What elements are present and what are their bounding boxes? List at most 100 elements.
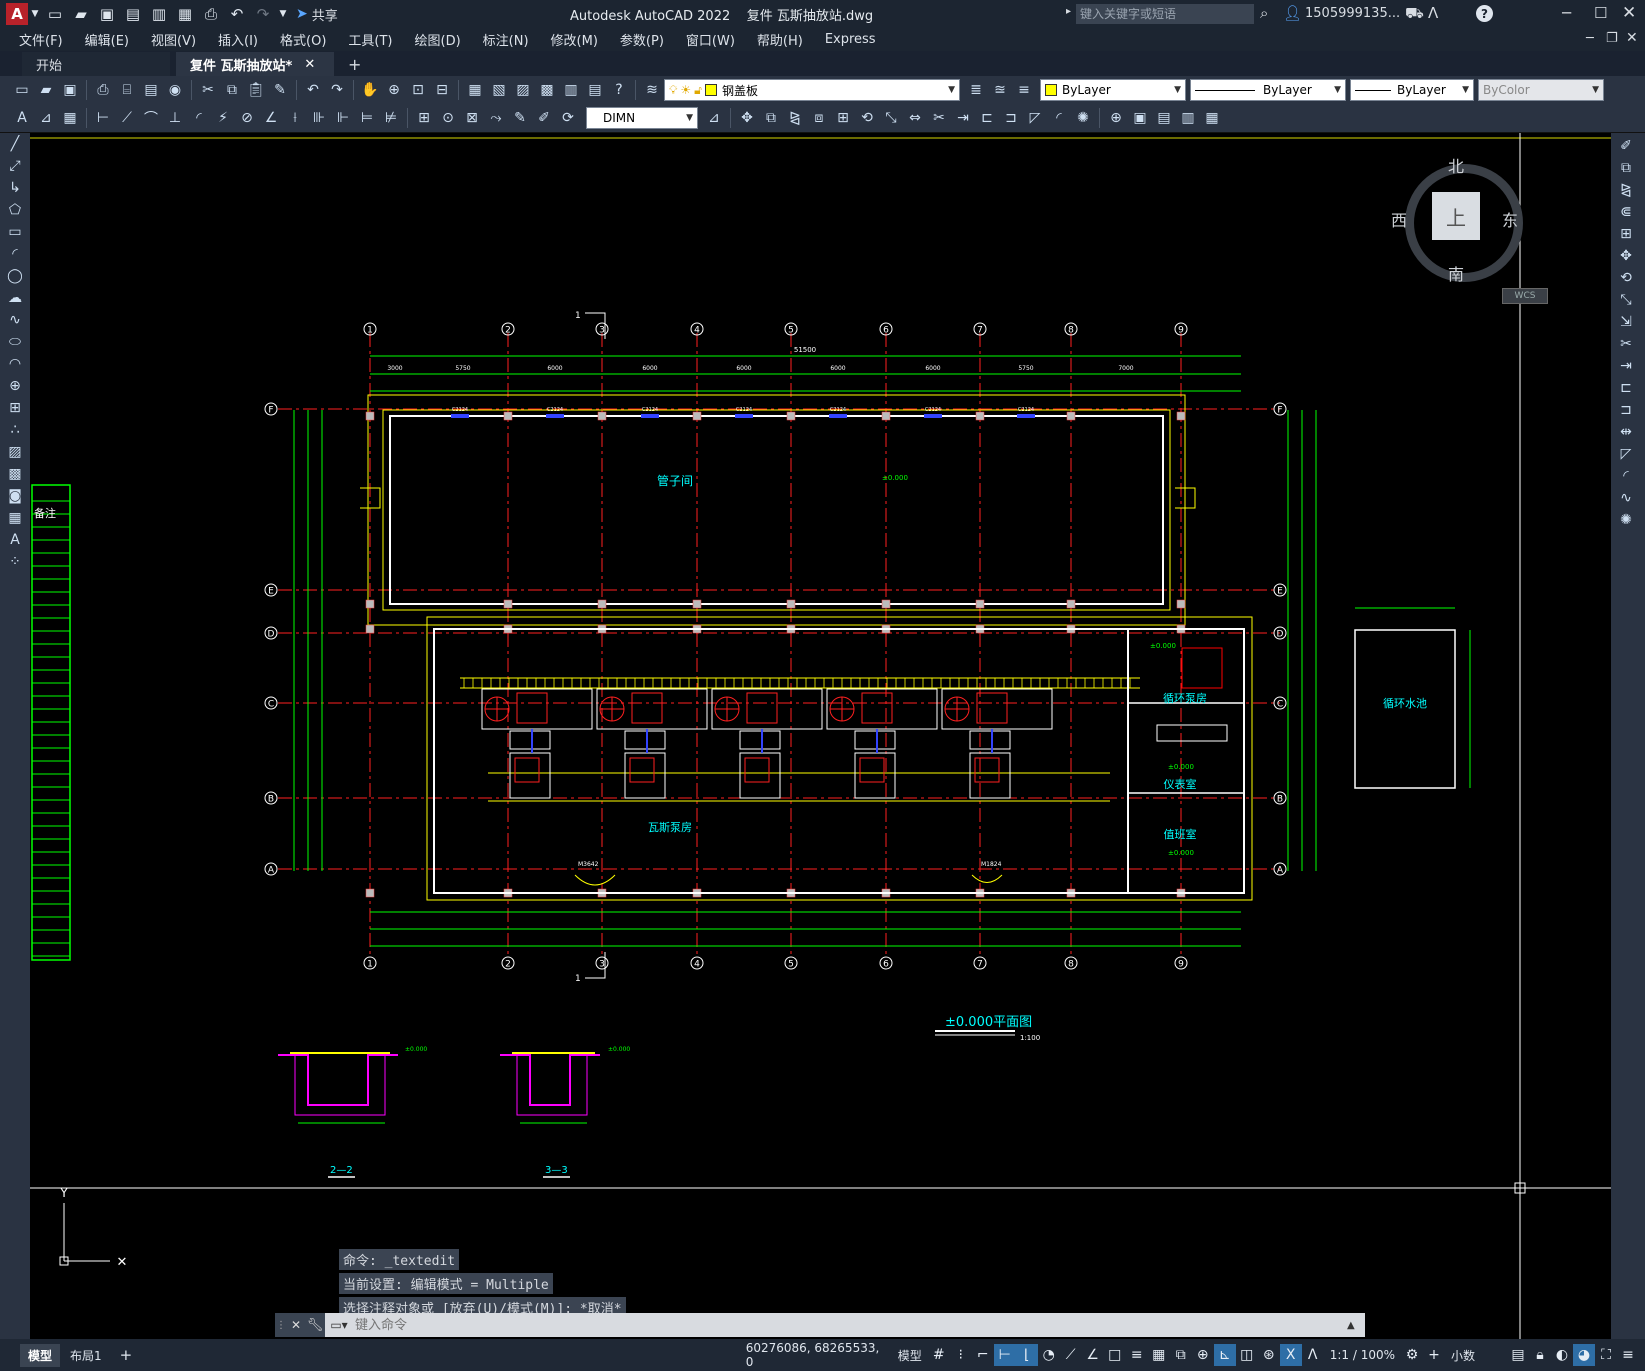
jogged-linear-icon[interactable]: ⤳ xyxy=(485,107,507,129)
doc-restore-icon[interactable]: ❐ xyxy=(1606,31,1618,46)
transparency-icon[interactable]: ▦ xyxy=(1148,1344,1170,1366)
gizmo-icon[interactable]: ⊛ xyxy=(1258,1344,1280,1366)
3d-osnap-icon[interactable]: ⊕ xyxy=(1192,1344,1214,1366)
attach-icon[interactable]: ▤ xyxy=(1153,107,1175,129)
tool-palettes-icon[interactable]: ▨ xyxy=(512,79,534,101)
scale-icon[interactable]: ⤡ xyxy=(1611,289,1641,311)
search-expand-icon[interactable]: ▸ xyxy=(1066,6,1071,17)
rectangle-icon[interactable]: ▭ xyxy=(0,221,30,243)
layer-properties-icon[interactable]: ≋ xyxy=(641,79,663,101)
explode-icon[interactable]: ✺ xyxy=(1072,107,1094,129)
menu-parametric[interactable]: 参数(P) xyxy=(609,30,675,49)
insert-block-icon[interactable]: ⊕ xyxy=(0,375,30,397)
zoom-realtime-icon[interactable]: ⊕ xyxy=(383,79,405,101)
cut-icon[interactable]: ✂ xyxy=(197,79,219,101)
compass-west[interactable]: 西 xyxy=(1391,207,1407,231)
scale-icon[interactable]: ⤡ xyxy=(880,107,902,129)
ortho-icon[interactable]: ⌊ xyxy=(1015,1344,1038,1366)
annotation-visibility-icon[interactable]: Ⅹ xyxy=(1279,1344,1302,1366)
customize-icon[interactable]: 🔧︎ xyxy=(305,1313,325,1337)
explode-icon[interactable]: ✺ xyxy=(1611,509,1641,531)
selection-cycling-icon[interactable]: ⧉ xyxy=(1170,1344,1192,1366)
baseline-dim-icon[interactable]: ⊪ xyxy=(308,107,330,129)
tab-drawing[interactable]: 复件 瓦斯抽放站* ✕ xyxy=(176,52,334,76)
design-center-icon[interactable]: ▧ xyxy=(488,79,510,101)
plotstyle-dropdown[interactable]: ByColor ▼ xyxy=(1478,79,1604,101)
blend-curves-icon[interactable]: ∿ xyxy=(1611,487,1641,509)
make-block-icon[interactable]: ▣ xyxy=(1129,107,1151,129)
polyline-icon[interactable]: ↳ xyxy=(0,177,30,199)
quick-dim-icon[interactable]: ⟊ xyxy=(284,107,306,129)
tab-model[interactable]: 模型 xyxy=(20,1343,61,1367)
offset-icon[interactable]: ⋐ xyxy=(1611,201,1641,223)
copy-icon[interactable]: ⧉ xyxy=(221,79,243,101)
new-tab-button[interactable]: + xyxy=(334,52,375,76)
paste-icon[interactable]: 📋︎ xyxy=(245,79,267,101)
compass-east[interactable]: 东 xyxy=(1502,207,1518,231)
viewcube-top-face[interactable]: 上 xyxy=(1432,192,1480,240)
coordinates-readout[interactable]: 60276086, 68265533, 0 xyxy=(740,1341,892,1369)
viewcube[interactable]: 上 北 南 东 西 xyxy=(1391,147,1528,284)
new-file-icon[interactable]: ▭ xyxy=(42,3,68,25)
dim-update-icon[interactable]: ⟳ xyxy=(557,107,579,129)
trim-icon[interactable]: ✂ xyxy=(928,107,950,129)
radius-dim-icon[interactable]: ◜ xyxy=(188,107,210,129)
menu-window[interactable]: 窗口(W) xyxy=(675,30,746,49)
text-style-icon[interactable]: A xyxy=(11,107,33,129)
lineweight-dropdown[interactable]: ByLayer ▼ xyxy=(1350,79,1474,101)
compass-north[interactable]: 北 xyxy=(1448,153,1464,177)
dim-text-edit-icon[interactable]: ✐ xyxy=(533,107,555,129)
markup-icon[interactable]: ▥ xyxy=(560,79,582,101)
continue-dim-icon[interactable]: ⊩ xyxy=(332,107,354,129)
layer-match-icon[interactable]: ≡ xyxy=(1013,79,1035,101)
command-input[interactable] xyxy=(353,1314,1347,1336)
menu-dimension[interactable]: 标注(N) xyxy=(472,30,540,49)
command-history-toggle-icon[interactable]: ▲ xyxy=(1347,1320,1365,1331)
help-icon[interactable]: ? xyxy=(608,79,630,101)
dim-space-icon[interactable]: ⊨ xyxy=(356,107,378,129)
calculator-icon[interactable]: ▤ xyxy=(584,79,606,101)
join-icon[interactable]: ⇹ xyxy=(1611,421,1641,443)
adjust-icon[interactable]: ▦ xyxy=(1201,107,1223,129)
layer-previous-icon[interactable]: ≊ xyxy=(989,79,1011,101)
circle-icon[interactable]: ◯ xyxy=(0,265,30,287)
break-icon[interactable]: ⊐ xyxy=(1611,399,1641,421)
menu-express[interactable]: Express xyxy=(814,32,887,47)
infer-constraints-icon[interactable]: ⌐ xyxy=(972,1344,994,1366)
save-icon[interactable]: ▣ xyxy=(94,3,120,25)
dim-override-icon[interactable]: ⊿ xyxy=(703,107,725,129)
share-button[interactable]: ➤ 共享 xyxy=(296,5,338,24)
add-selected-icon[interactable]: ⁘ xyxy=(0,551,30,573)
command-prompt-icon[interactable]: ▭▾ xyxy=(325,1313,353,1337)
print-icon[interactable]: ⎙ xyxy=(92,79,114,101)
table-style-icon[interactable]: ▦ xyxy=(59,107,81,129)
customization-icon[interactable]: ≡ xyxy=(1617,1344,1639,1366)
tab-close-icon[interactable]: ✕ xyxy=(304,57,315,72)
menu-view[interactable]: 视图(V) xyxy=(140,30,207,49)
redo-icon[interactable]: ↷ xyxy=(250,3,276,25)
clean-screen-icon[interactable]: ⛶ xyxy=(1595,1344,1617,1366)
stretch-icon[interactable]: ⇔ xyxy=(904,107,926,129)
menu-help[interactable]: 帮助(H) xyxy=(746,30,814,49)
mirror-icon[interactable]: ⧎ xyxy=(1611,179,1641,201)
pan-icon[interactable]: ✋ xyxy=(359,79,381,101)
mirror-icon[interactable]: ⧎ xyxy=(784,107,806,129)
make-block-icon[interactable]: ⊞ xyxy=(0,397,30,419)
app-menu-dropdown-icon[interactable]: ▼ xyxy=(28,3,42,25)
region-icon[interactable]: ◙ xyxy=(0,485,30,507)
diameter-dim-icon[interactable]: ⊘ xyxy=(236,107,258,129)
dim-style-icon[interactable]: ⊿ xyxy=(35,107,57,129)
erase-icon[interactable]: ✐ xyxy=(1611,135,1641,157)
command-grip-icon[interactable]: ⋮ xyxy=(275,1313,287,1337)
construction-line-icon[interactable]: ⤢ xyxy=(0,155,30,177)
open-web-icon[interactable]: ▥ xyxy=(146,3,172,25)
maximize-icon[interactable]: ☐ xyxy=(1594,4,1607,22)
aligned-dim-icon[interactable]: ⟋ xyxy=(116,107,138,129)
qnew-icon[interactable]: ▭ xyxy=(11,79,33,101)
polar-tracking-icon[interactable]: ◔ xyxy=(1038,1344,1060,1366)
hatch-icon[interactable]: ▨ xyxy=(0,441,30,463)
save-web-icon[interactable]: ▦ xyxy=(172,3,198,25)
polygon-icon[interactable]: ⬠ xyxy=(0,199,30,221)
properties-icon[interactable]: ▦ xyxy=(464,79,486,101)
extend-icon[interactable]: ⇥ xyxy=(952,107,974,129)
